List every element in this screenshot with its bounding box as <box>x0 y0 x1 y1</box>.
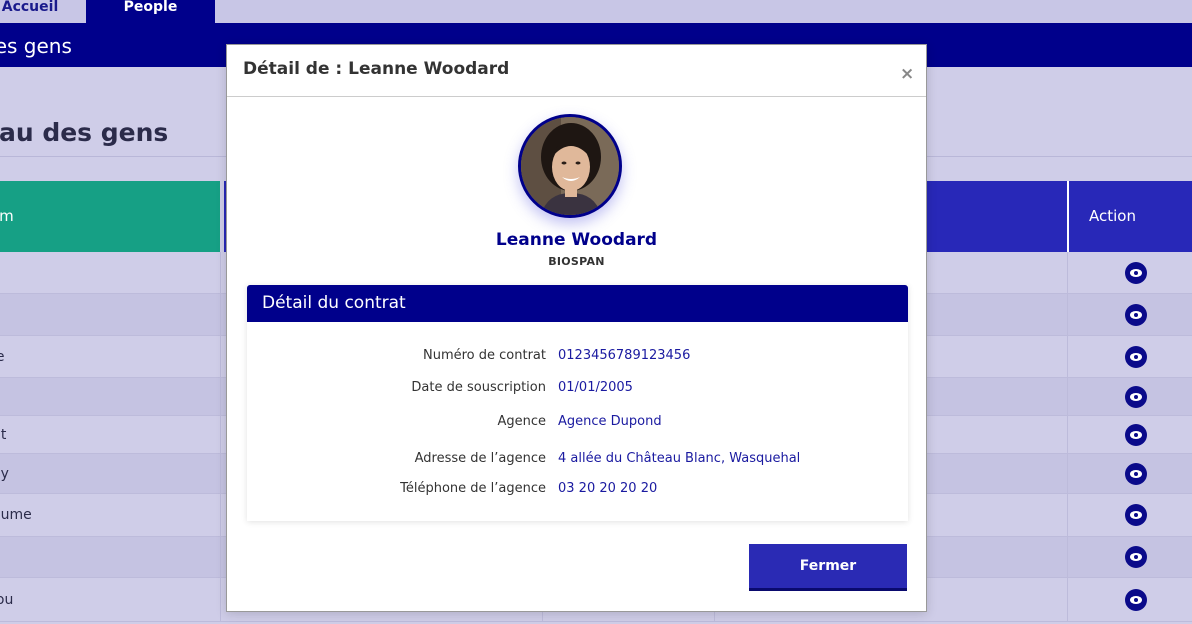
banner-title: des gens <box>0 34 72 58</box>
cell-divider <box>220 378 221 415</box>
field-value: 4 allée du Château Blanc, Wasquehal <box>558 451 801 466</box>
eye-icon[interactable] <box>1125 303 1147 326</box>
field-agency-phone: Téléphone de l’agence 03 20 20 20 20 <box>247 481 908 499</box>
field-subscription-date: Date de souscription 01/01/2005 <box>247 380 908 398</box>
field-value: 01/01/2005 <box>558 380 633 395</box>
field-value: 0123456789123456 <box>558 348 691 363</box>
field-agency-address: Adresse de l’agence 4 allée du Château B… <box>247 451 908 469</box>
column-header-name-label: om <box>0 207 14 225</box>
cell-divider <box>220 294 221 335</box>
cell-name: e <box>0 549 1 565</box>
nav-tab-people[interactable]: People <box>86 0 215 23</box>
eye-icon[interactable] <box>1125 462 1147 485</box>
cell-divider <box>220 416 221 453</box>
close-button[interactable]: Fermer <box>749 544 907 591</box>
cell-divider <box>1067 294 1068 335</box>
cell-divider <box>1067 416 1068 453</box>
eye-icon[interactable] <box>1125 423 1147 446</box>
eye-icon[interactable] <box>1125 504 1147 526</box>
cell-divider <box>1067 578 1068 621</box>
cell-divider <box>220 537 221 577</box>
person-detail-modal: Détail de : Leanne Woodard × Leanne Wood… <box>226 44 927 612</box>
contract-card-title: Détail du contrat <box>262 293 406 313</box>
close-icon[interactable]: × <box>900 66 914 83</box>
field-contract-number: Numéro de contrat 0123456789123456 <box>247 348 908 366</box>
cell-name: ey <box>0 465 9 482</box>
modal-header: Détail de : Leanne Woodard × <box>227 45 926 97</box>
field-label: Adresse de l’agence <box>414 451 546 466</box>
cell-divider <box>1067 252 1068 293</box>
field-value: Agence Dupond <box>558 414 662 429</box>
cell-name: e <box>0 307 1 323</box>
field-label: Numéro de contrat <box>423 348 546 363</box>
cell-divider <box>1067 378 1068 415</box>
eye-icon[interactable] <box>1125 546 1147 568</box>
field-label: Téléphone de l’agence <box>400 481 546 496</box>
cell-divider <box>220 336 221 377</box>
cell-name: ie <box>0 348 5 365</box>
cell-divider <box>1067 494 1068 536</box>
cell-name: nt <box>0 426 7 443</box>
cell-name: n <box>0 389 1 405</box>
person-name: Leanne Woodard <box>495 230 658 250</box>
cell-divider <box>220 454 221 493</box>
cell-divider <box>220 252 221 293</box>
contract-card: Détail du contrat Numéro de contrat 0123… <box>247 285 908 521</box>
eye-icon[interactable] <box>1125 588 1147 611</box>
eye-icon[interactable] <box>1125 261 1147 284</box>
person-company: BIOSPAN <box>548 255 605 268</box>
cell-divider <box>220 494 221 536</box>
nav-tab-home[interactable]: Accueil <box>0 0 80 23</box>
cell-name: aume <box>0 507 32 523</box>
field-agency: Agence Agence Dupond <box>247 414 908 432</box>
field-label: Agence <box>497 414 546 429</box>
section-heading: eau des gens <box>0 118 169 147</box>
column-header-action: Action <box>1067 181 1192 252</box>
contract-card-header: Détail du contrat <box>247 285 908 322</box>
cell-divider <box>1067 336 1068 377</box>
avatar <box>518 114 622 218</box>
cell-divider <box>220 578 221 621</box>
field-label: Date de souscription <box>411 380 546 395</box>
field-value: 03 20 20 20 20 <box>558 481 658 496</box>
cell-divider <box>1067 454 1068 493</box>
cell-name: lou <box>0 591 14 608</box>
eye-icon[interactable] <box>1125 385 1147 408</box>
column-header-name[interactable]: om <box>0 181 220 252</box>
eye-icon[interactable] <box>1125 345 1147 368</box>
modal-title: Détail de : Leanne Woodard <box>243 59 510 79</box>
cell-name: n <box>0 265 1 281</box>
column-separator <box>220 181 224 252</box>
top-navigation: Accueil People <box>0 0 1192 23</box>
avatar-photo <box>521 117 619 215</box>
cell-divider <box>1067 537 1068 577</box>
